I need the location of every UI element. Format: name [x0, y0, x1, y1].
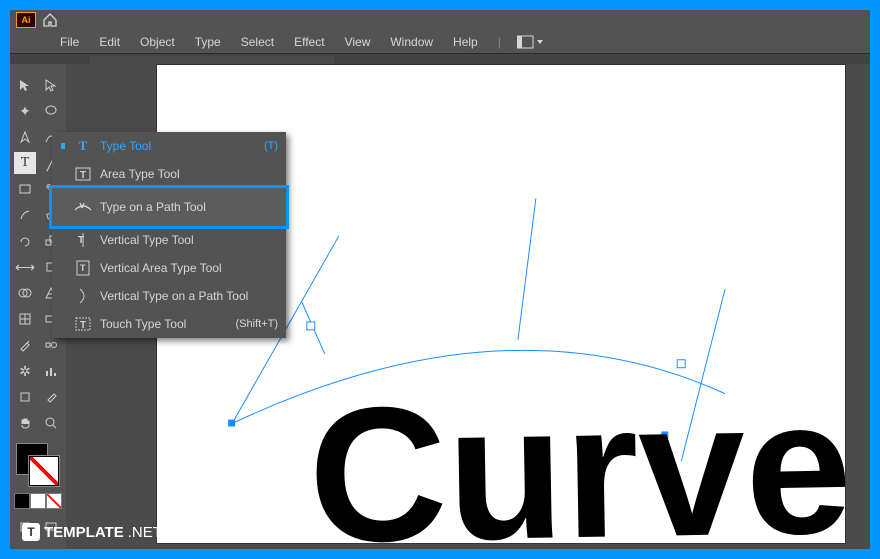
svg-text:T: T	[80, 170, 86, 181]
rectangle-tool[interactable]	[14, 178, 36, 200]
menu-type[interactable]: Type	[185, 35, 231, 49]
color-mode-toggles[interactable]	[15, 494, 61, 508]
type-tool[interactable]: T	[14, 152, 36, 174]
zoom-tool[interactable]	[40, 412, 62, 434]
symbol-sprayer-tool[interactable]: ✲	[14, 360, 36, 382]
menu-bar: File Edit Object Type Select Effect View…	[10, 30, 870, 54]
title-bar: Ai	[10, 10, 870, 30]
menu-effect[interactable]: Effect	[284, 35, 334, 49]
flyout-label: Vertical Type on a Path Tool	[100, 289, 248, 303]
svg-text:T: T	[78, 235, 84, 246]
direct-selection-tool[interactable]	[40, 74, 62, 96]
flyout-label: Area Type Tool	[100, 167, 180, 181]
slice-tool[interactable]	[40, 386, 62, 408]
menu-help[interactable]: Help	[443, 35, 488, 49]
flyout-type-on-path-tool[interactable]: Type on a Path Tool	[52, 188, 286, 226]
eyedropper-tool[interactable]	[14, 334, 36, 356]
flyout-label: Type on a Path Tool	[100, 200, 206, 214]
svg-text:T: T	[80, 320, 86, 331]
workspace-switcher-icon[interactable]	[517, 35, 543, 49]
flyout-shortcut: (Shift+T)	[236, 318, 278, 330]
flyout-vertical-area-type-tool[interactable]: T Vertical Area Type Tool	[52, 254, 286, 282]
menu-object[interactable]: Object	[130, 35, 185, 49]
menu-window[interactable]: Window	[380, 35, 443, 49]
type-icon: T	[74, 137, 92, 155]
pen-tool[interactable]	[14, 126, 36, 148]
width-tool[interactable]: ⟷	[14, 256, 36, 278]
menu-view[interactable]: View	[335, 35, 381, 49]
flyout-label: Vertical Type Tool	[100, 233, 194, 247]
vertical-area-type-icon: T	[74, 259, 92, 277]
watermark-icon: T	[22, 523, 40, 541]
shape-builder-tool[interactable]	[14, 282, 36, 304]
menu-separator: |	[488, 35, 511, 49]
vertical-type-on-path-icon	[74, 287, 92, 305]
bullet-icon	[60, 139, 66, 153]
flyout-label: Vertical Area Type Tool	[100, 261, 222, 275]
svg-text:T: T	[80, 263, 86, 273]
lasso-tool[interactable]	[40, 100, 62, 122]
home-icon[interactable]	[42, 13, 58, 27]
flyout-area-type-tool[interactable]: T Area Type Tool	[52, 160, 286, 188]
watermark-suffix: .NET	[128, 524, 162, 541]
fill-stroke-swatch[interactable]	[17, 444, 59, 486]
column-graph-tool[interactable]	[40, 360, 62, 382]
app-window: Ai File Edit Object Type Select Effect V…	[10, 10, 870, 549]
rotate-tool[interactable]	[14, 230, 36, 252]
menu-edit[interactable]: Edit	[89, 35, 130, 49]
type-on-path-icon	[74, 198, 92, 216]
type-tool-flyout: T Type Tool (T) T Area Type Tool Type on…	[52, 132, 286, 338]
area-type-icon: T	[74, 165, 92, 183]
menu-select[interactable]: Select	[231, 35, 284, 49]
flyout-label: Type Tool	[100, 139, 151, 153]
shaper-tool[interactable]	[14, 204, 36, 226]
canvas-text: Curve	[307, 359, 845, 543]
selection-tool[interactable]	[14, 74, 36, 96]
flyout-vertical-type-on-path-tool[interactable]: Vertical Type on a Path Tool	[52, 282, 286, 310]
flyout-vertical-type-tool[interactable]: T Vertical Type Tool	[52, 226, 286, 254]
menu-file[interactable]: File	[50, 35, 89, 49]
flyout-label: Touch Type Tool	[100, 317, 186, 331]
touch-type-icon: T	[74, 315, 92, 333]
magic-wand-tool[interactable]: ✦	[14, 100, 36, 122]
flyout-type-tool[interactable]: T Type Tool (T)	[52, 132, 286, 160]
artboard-tool[interactable]	[14, 386, 36, 408]
vertical-type-icon: T	[74, 231, 92, 249]
watermark-brand: TEMPLATE	[44, 524, 124, 541]
hand-tool[interactable]	[14, 412, 36, 434]
app-logo: Ai	[16, 12, 36, 28]
watermark: T TEMPLATE.NET	[22, 523, 162, 541]
mesh-tool[interactable]	[14, 308, 36, 330]
flyout-shortcut: (T)	[264, 140, 278, 152]
flyout-touch-type-tool[interactable]: T Touch Type Tool (Shift+T)	[52, 310, 286, 338]
